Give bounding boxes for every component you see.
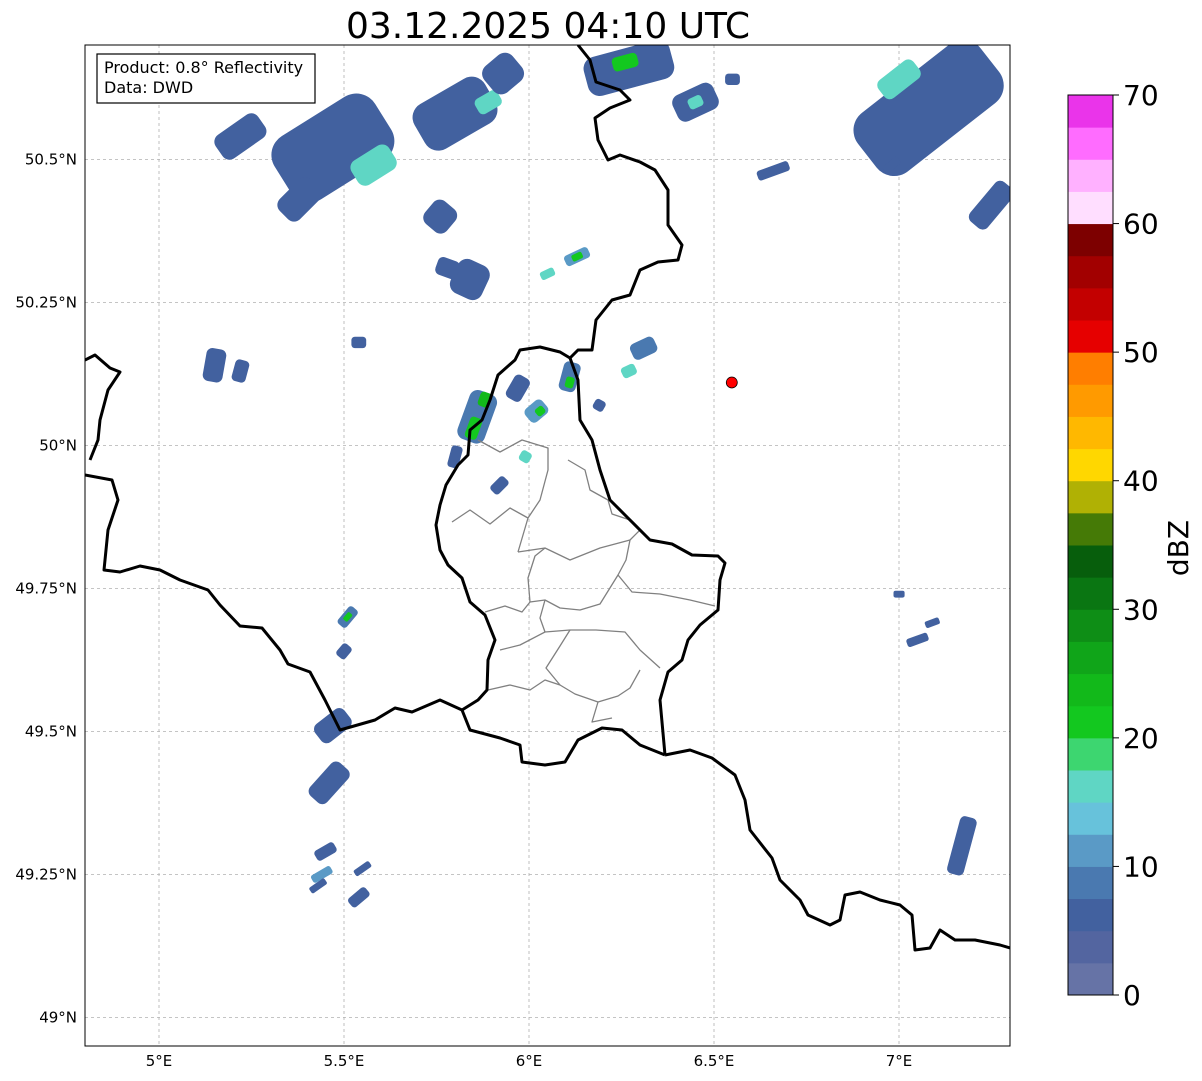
colorbar-swatch xyxy=(1068,898,1113,932)
colorbar-swatch xyxy=(1068,127,1113,160)
colorbar-swatch xyxy=(1068,255,1113,289)
colorbar-swatch xyxy=(1068,352,1113,385)
colorbar-swatch xyxy=(1068,705,1113,739)
colorbar-swatch xyxy=(1068,930,1113,964)
colorbar-swatch xyxy=(1068,223,1113,257)
colorbar-swatch xyxy=(1068,866,1113,900)
colorbar-swatch xyxy=(1068,416,1113,450)
colorbar-tick-label: 20 xyxy=(1123,722,1159,755)
colorbar-tick-label: 0 xyxy=(1123,979,1141,1012)
colorbar-swatch xyxy=(1068,287,1113,321)
colorbar-swatch xyxy=(1068,545,1113,578)
info-product: Product: 0.8° Reflectivity xyxy=(104,58,303,77)
colorbar-swatch xyxy=(1068,191,1113,225)
colorbar-swatch xyxy=(1068,320,1113,353)
colorbar-swatch xyxy=(1068,834,1113,867)
lon-tick-label: 6°E xyxy=(516,1052,543,1070)
colorbar-swatch xyxy=(1068,480,1113,514)
lon-tick-label: 5.5°E xyxy=(324,1052,365,1070)
lon-tick-label: 7°E xyxy=(886,1052,913,1070)
precip-cell xyxy=(725,73,740,85)
info-data-source: Data: DWD xyxy=(104,78,193,97)
colorbar-swatch xyxy=(1068,159,1113,192)
colorbar-swatches xyxy=(1068,95,1113,996)
lat-tick-label: 49.75°N xyxy=(15,579,77,597)
colorbar-swatch xyxy=(1068,95,1113,128)
colorbar-swatch xyxy=(1068,737,1113,771)
lat-tick-label: 50°N xyxy=(39,436,77,454)
colorbar-tick-label: 60 xyxy=(1123,208,1159,241)
lat-tick-label: 50.25°N xyxy=(15,293,77,311)
info-box: Product: 0.8° Reflectivity Data: DWD xyxy=(96,53,316,104)
map-area: 5°E 5.5°E 6°E 6.5°E 7°E 49°N 49.25°N 49.5°N 49.7… xyxy=(15,44,1011,1070)
colorbar-tick-label: 40 xyxy=(1123,465,1159,498)
lat-tick-label: 50.5°N xyxy=(25,150,77,168)
lat-tick-label: 49.25°N xyxy=(15,865,77,883)
colorbar-ticks: 0 10 20 30 40 50 60 70 xyxy=(1113,79,1159,1012)
colorbar-tick-label: 10 xyxy=(1123,850,1159,883)
lat-tick-label: 49.5°N xyxy=(25,722,77,740)
colorbar-tick-label: 70 xyxy=(1123,79,1159,112)
colorbar-swatch xyxy=(1068,384,1113,417)
colorbar-tick-label: 30 xyxy=(1123,593,1159,626)
colorbar-swatch xyxy=(1068,770,1113,803)
lon-tick-label: 5°E xyxy=(146,1052,173,1070)
precip-cell xyxy=(893,590,905,598)
colorbar-swatch xyxy=(1068,673,1113,707)
colorbar-tick-label: 50 xyxy=(1123,336,1159,369)
map-title: 03.12.2025 04:10 UTC xyxy=(346,6,750,47)
lon-tick-label: 6.5°E xyxy=(694,1052,735,1070)
colorbar-swatch xyxy=(1068,962,1113,996)
precip-cell xyxy=(351,336,367,349)
radar-site-marker xyxy=(725,376,738,389)
colorbar-swatch xyxy=(1068,512,1113,546)
colorbar-swatch xyxy=(1068,609,1113,642)
colorbar-swatch xyxy=(1068,802,1113,835)
colorbar-swatch xyxy=(1068,577,1113,610)
radar-map-figure: 03.12.2025 04:10 UTC 5°E 5.5°E 6°E 6.5°E… xyxy=(15,6,1195,1070)
colorbar-swatch xyxy=(1068,641,1113,675)
colorbar-swatch xyxy=(1068,448,1113,482)
colorbar: 0 10 20 30 40 50 60 70 dBZ xyxy=(1067,79,1195,1012)
lat-tick-label: 49°N xyxy=(39,1008,77,1026)
colorbar-label: dBZ xyxy=(1162,520,1195,576)
